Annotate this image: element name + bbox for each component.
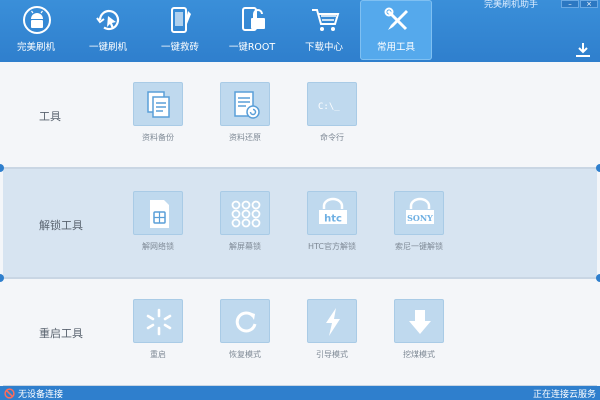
tool-label: 索尼一键解锁 (395, 242, 443, 251)
phone-wrench-icon (171, 7, 191, 33)
terminal-icon: C:\_ (318, 102, 340, 112)
backup-icon (147, 91, 170, 118)
download-mode-icon (409, 310, 431, 334)
section-edge-dot (596, 164, 600, 172)
nav-item-perfect-flash[interactable]: 完美刷机 (0, 0, 72, 60)
section-title: 解锁工具 (39, 219, 83, 232)
bootloader-icon (326, 308, 340, 336)
minimize-icon[interactable]: – (561, 0, 579, 8)
restore-icon (234, 91, 260, 119)
section-reboot-tools: 重启工具 重启 恢复模式 引导模式 挖煤模式 (0, 274, 600, 386)
section-title: 重启工具 (39, 327, 83, 340)
htc-glyph: htc (324, 214, 342, 225)
top-bar: 完美刷机 一键刷机 一键救砖 一键ROOT 下载中心 常用工具 完美刷机助手 –… (0, 0, 600, 62)
recovery-icon (235, 311, 257, 333)
htc-icon: htc (319, 197, 347, 225)
tool-label: 挖煤模式 (403, 350, 435, 359)
tool-label: 资料备份 (142, 133, 174, 142)
tool-backup[interactable]: 资料备份 (119, 82, 197, 143)
cloud-status-text: 正在连接云服务 (532, 390, 596, 400)
tool-label: 解网络锁 (142, 242, 174, 251)
nav-item-one-click-rescue[interactable]: 一键救砖 (144, 0, 216, 60)
tool-screen-unlock[interactable]: 解屏幕锁 (206, 191, 284, 252)
section-unlock-tools: 解锁工具 解网络锁 解屏幕锁 htc HTC官方解锁 SONY 索尼一键解锁 (0, 164, 600, 278)
window-controls: – × (560, 0, 598, 8)
tools-icon (384, 7, 408, 31)
device-status-text: 无设备连接 (18, 390, 64, 400)
android-icon (23, 6, 51, 34)
nav-item-common-tools[interactable]: 常用工具 (360, 0, 432, 60)
tool-download-mode[interactable]: 挖煤模式 (380, 299, 458, 360)
sony-glyph: SONY (407, 213, 433, 223)
close-icon[interactable]: × (580, 0, 598, 8)
cart-icon (312, 9, 340, 31)
nav-item-download-center[interactable]: 下载中心 (288, 0, 360, 60)
nav-label: 一键刷机 (88, 42, 127, 53)
section-edge-dot (596, 274, 600, 282)
tool-label: 重启 (150, 350, 166, 359)
nav-item-one-click-root[interactable]: 一键ROOT (216, 0, 288, 60)
no-device-icon (4, 388, 15, 399)
nav-label: 常用工具 (376, 42, 415, 53)
reboot-icon (146, 308, 172, 336)
section-edge-dot (0, 274, 4, 282)
nav-label: 一键救砖 (160, 42, 199, 53)
terminal-glyph: C:\_ (318, 102, 340, 112)
main-nav: 完美刷机 一键刷机 一键救砖 一键ROOT 下载中心 常用工具 (0, 0, 432, 60)
nav-label: 下载中心 (304, 42, 343, 53)
tool-label: 引导模式 (316, 350, 348, 359)
flash-refresh-icon (96, 9, 120, 31)
tool-label: 命令行 (320, 133, 344, 142)
sony-icon: SONY (406, 197, 434, 224)
tool-reboot[interactable]: 重启 (119, 299, 197, 360)
window-title: 完美刷机助手 (483, 0, 538, 10)
tool-label: 解屏幕锁 (229, 242, 261, 251)
tool-network-unlock[interactable]: 解网络锁 (119, 191, 197, 252)
section-tools: 工具 资料备份 资料还原 C:\_ 命令行 (3, 62, 597, 168)
unlock-icon (242, 7, 265, 31)
nav-item-one-click-flash[interactable]: 一键刷机 (72, 0, 144, 60)
tool-htc-unlock[interactable]: htc HTC官方解锁 (293, 191, 371, 252)
section-title: 工具 (39, 110, 61, 123)
tool-label: 恢复模式 (229, 350, 261, 359)
status-bar: 无设备连接 正在连接云服务 (0, 386, 600, 400)
tool-command-line[interactable]: C:\_ 命令行 (293, 82, 371, 143)
tool-recovery-mode[interactable]: 恢复模式 (206, 299, 284, 360)
pattern-lock-icon (231, 200, 261, 228)
nav-label: 完美刷机 (16, 42, 55, 53)
sim-icon (150, 200, 169, 228)
download-icon[interactable] (574, 42, 592, 58)
tool-label: 资料还原 (229, 133, 261, 142)
nav-label: 一键ROOT (228, 42, 276, 53)
tool-restore[interactable]: 资料还原 (206, 82, 284, 143)
tool-bootloader-mode[interactable]: 引导模式 (293, 299, 371, 360)
tool-sony-unlock[interactable]: SONY 索尼一键解锁 (380, 191, 458, 252)
tool-label: HTC官方解锁 (307, 242, 357, 251)
section-edge-dot (0, 164, 4, 172)
